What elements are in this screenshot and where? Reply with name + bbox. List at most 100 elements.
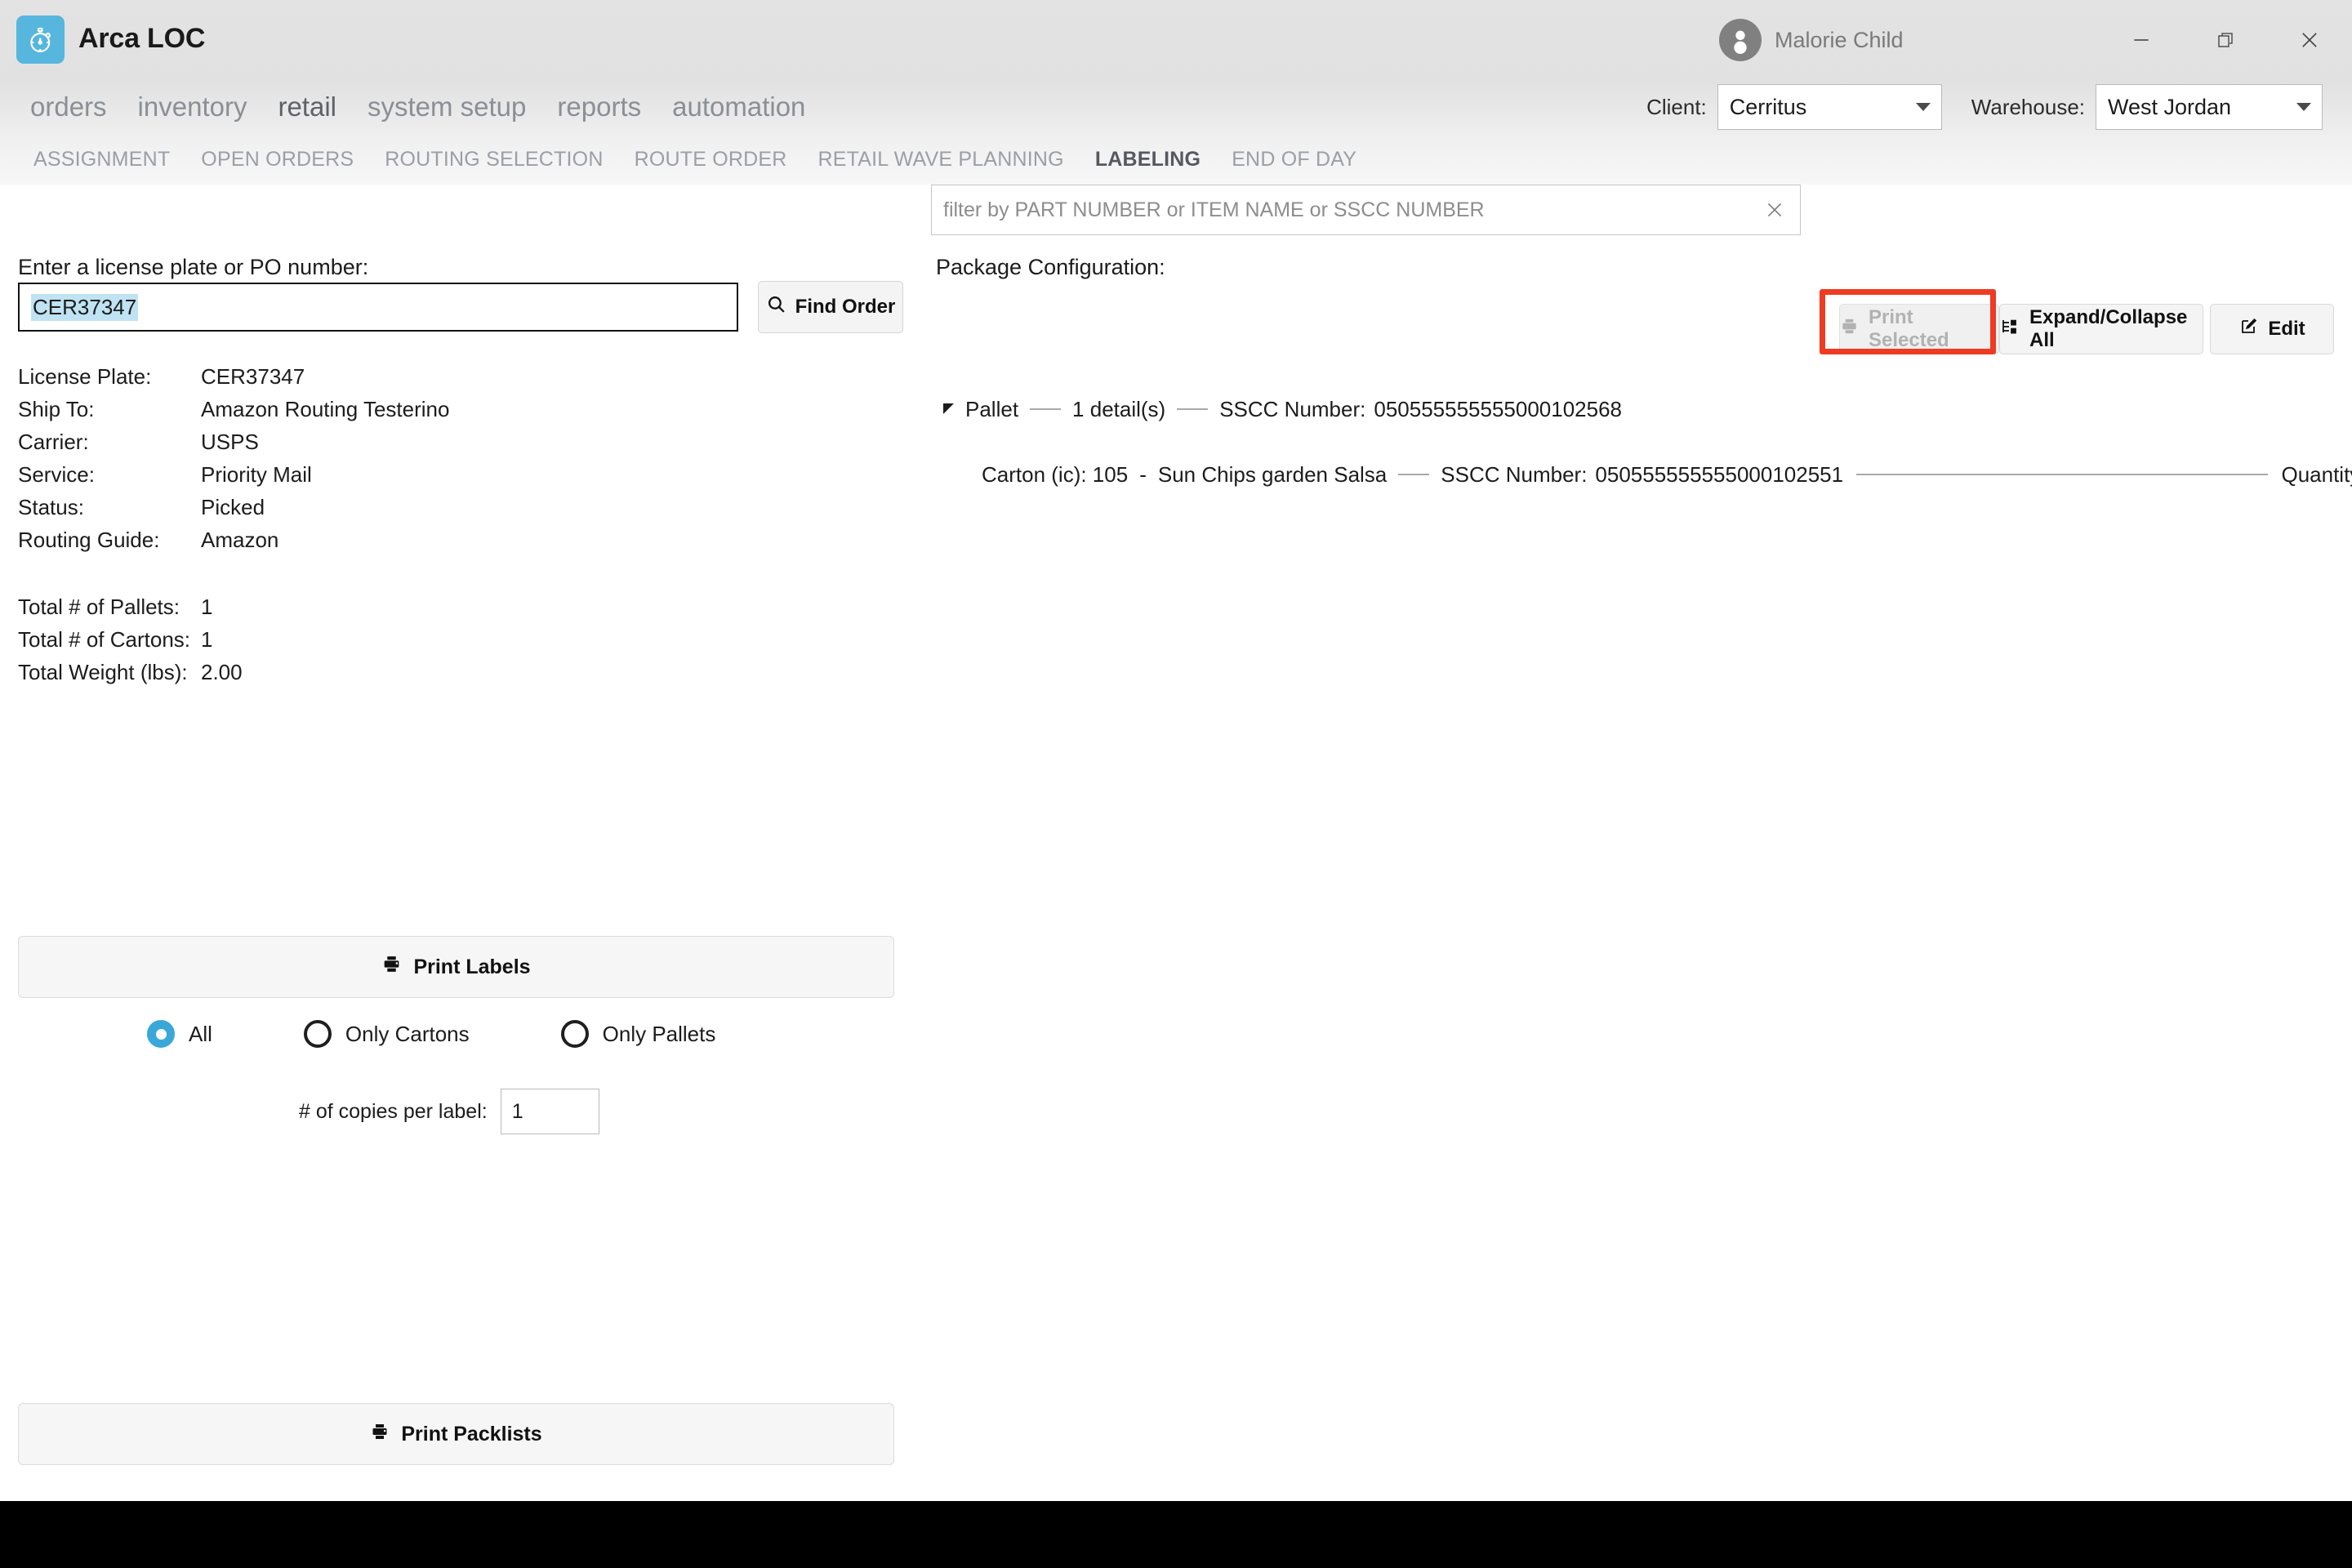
close-icon[interactable] — [2267, 0, 2351, 80]
detail-label: Carrier: — [18, 429, 89, 454]
minimize-icon[interactable] — [2099, 0, 2183, 80]
nav-item-system-setup[interactable]: system setup — [352, 80, 541, 134]
carton-label: Carton (ic): 105 — [982, 461, 1129, 487]
find-order-label: Find Order — [795, 296, 896, 318]
row-separator — [1177, 408, 1209, 410]
nav-item-automation[interactable]: automation — [657, 80, 821, 134]
total-label: Total Weight (lbs): — [18, 659, 188, 684]
nav-item-reports[interactable]: reports — [541, 80, 657, 134]
detail-value: Amazon Routing Testerino — [201, 396, 450, 421]
tab-routing-selection[interactable]: ROUTING SELECTION — [369, 148, 618, 172]
main-content: Enter a license plate or PO number: CER3… — [0, 185, 2352, 1501]
carton-sscc-value: 050555555555000102551 — [1595, 461, 1844, 487]
detail-row: Carrier: USPS — [18, 425, 884, 458]
tab-retail-wave-planning[interactable]: RETAIL WAVE PLANNING — [803, 148, 1080, 172]
client-select[interactable]: Cerritus — [1717, 84, 1942, 130]
print-labels-button[interactable]: Print Labels — [18, 936, 894, 998]
pallet-detail-count: 1 detail(s) — [1072, 396, 1166, 421]
radio-option-only-cartons[interactable]: Only Cartons — [303, 1020, 470, 1048]
expand-collapse-label: Expand/Collapse All — [2029, 306, 2188, 351]
title-bar: Arca LOC Malorie Child — [0, 0, 2352, 80]
total-row: Total # of Pallets: 1 — [18, 590, 884, 623]
primary-navigation: orders inventory retail system setup rep… — [0, 80, 2352, 134]
tab-route-order[interactable]: ROUTE ORDER — [619, 148, 803, 172]
detail-label: Service: — [18, 461, 95, 487]
chevron-down-icon — [2296, 103, 2311, 111]
radio-only-pallets-label: Only Pallets — [602, 1021, 716, 1046]
expand-collapse-all-button[interactable]: Expand/Collapse All — [1999, 304, 2203, 354]
radio-all-label: All — [189, 1021, 212, 1046]
printer-icon — [370, 1422, 390, 1447]
application-window: Arca LOC Malorie Child orders inventory … — [0, 0, 2352, 1501]
copies-per-label-row: # of copies per label: 1 — [299, 1089, 599, 1134]
stopwatch-icon — [26, 25, 56, 55]
detail-row: Ship To: Amazon Routing Testerino — [18, 393, 884, 425]
tab-assignment[interactable]: ASSIGNMENT — [18, 148, 185, 172]
warehouse-value: West Jordan — [2108, 94, 2232, 119]
printer-icon — [1840, 317, 1859, 341]
user-avatar-icon — [1719, 19, 1762, 61]
order-totals: Total # of Pallets: 1 Total # of Cartons… — [18, 590, 884, 688]
nav-item-inventory[interactable]: inventory — [122, 80, 263, 134]
nav-item-list: orders inventory retail system setup rep… — [15, 80, 821, 134]
radio-only-pallets-icon — [560, 1020, 589, 1048]
detail-label: Status: — [18, 494, 84, 519]
carton-item-name: Sun Chips garden Salsa — [1157, 461, 1388, 487]
tree-expand-icon — [2000, 317, 2020, 342]
tab-end-of-day[interactable]: END OF DAY — [1216, 148, 1372, 172]
radio-all-icon — [147, 1020, 175, 1048]
tree-row-pallet[interactable]: Pallet 1 detail(s) SSCC Number: 05055555… — [943, 392, 2336, 426]
detail-value: CER37347 — [201, 363, 305, 389]
radio-option-only-pallets[interactable]: Only Pallets — [560, 1020, 716, 1048]
filter-placeholder: filter by PART NUMBER or ITEM NAME or SS… — [943, 198, 1485, 221]
radio-option-all[interactable]: All — [147, 1020, 212, 1048]
package-tree: Pallet 1 detail(s) SSCC Number: 05055555… — [931, 392, 2352, 492]
print-selected-label: Print Selected — [1869, 306, 1949, 351]
radio-only-cartons-label: Only Cartons — [345, 1021, 470, 1046]
detail-value: Picked — [201, 494, 265, 519]
label-scope-radio-group: All Only Cartons Only Pallets — [147, 1020, 807, 1048]
pallet-label: Pallet — [965, 396, 1019, 421]
copies-input[interactable]: 1 — [500, 1089, 599, 1134]
pallet-sscc-label: SSCC Number: — [1219, 396, 1366, 421]
warehouse-select[interactable]: West Jordan — [2096, 84, 2323, 130]
detail-value: Amazon — [201, 527, 279, 552]
package-configuration-title: Package Configuration: — [936, 255, 1165, 279]
app-logo — [16, 16, 65, 64]
search-icon — [766, 294, 786, 320]
copies-label: # of copies per label: — [299, 1099, 488, 1123]
tree-row-carton[interactable]: Carton (ic): 105 - Sun Chips garden Sals… — [982, 457, 2352, 492]
app-title: Arca LOC — [78, 23, 206, 54]
detail-label: Routing Guide: — [18, 527, 160, 552]
total-value: 1 — [201, 626, 213, 652]
detail-row: License Plate: CER37347 — [18, 360, 884, 393]
close-icon[interactable] — [1761, 196, 1788, 224]
license-plate-value: CER37347 — [31, 293, 139, 321]
total-label: Total # of Pallets: — [18, 594, 180, 619]
client-label: Client: — [1646, 94, 1707, 119]
context-selectors: Client: Cerritus Warehouse: West Jordan — [1646, 80, 2323, 134]
detail-label: License Plate: — [18, 363, 152, 389]
edit-button[interactable]: Edit — [2210, 304, 2334, 354]
nav-item-orders[interactable]: orders — [15, 80, 122, 134]
detail-label: Ship To: — [18, 396, 95, 421]
license-plate-label: Enter a license plate or PO number: — [18, 255, 369, 279]
tab-labeling[interactable]: LABELING — [1080, 148, 1216, 172]
radio-only-cartons-icon — [303, 1020, 332, 1048]
print-packlists-button[interactable]: Print Packlists — [18, 1403, 894, 1465]
find-order-button[interactable]: Find Order — [758, 281, 903, 333]
restore-icon[interactable] — [2183, 0, 2267, 80]
row-separator — [1030, 408, 1062, 410]
nav-item-retail[interactable]: retail — [262, 80, 352, 134]
package-filter-input[interactable]: filter by PART NUMBER or ITEM NAME or SS… — [931, 185, 1801, 235]
user-menu[interactable]: Malorie Child — [1719, 16, 1904, 64]
tab-open-orders[interactable]: OPEN ORDERS — [185, 148, 369, 172]
row-separator — [1398, 474, 1430, 475]
warehouse-label: Warehouse: — [1971, 94, 2085, 119]
print-selected-button[interactable]: Print Selected — [1839, 304, 1999, 354]
edit-label: Edit — [2268, 318, 2305, 340]
license-plate-input[interactable]: CER37347 — [18, 283, 738, 332]
carton-sscc-label: SSCC Number: — [1441, 461, 1588, 487]
caret-down-icon[interactable] — [943, 403, 954, 414]
order-details: License Plate: CER37347 Ship To: Amazon … — [18, 360, 884, 556]
